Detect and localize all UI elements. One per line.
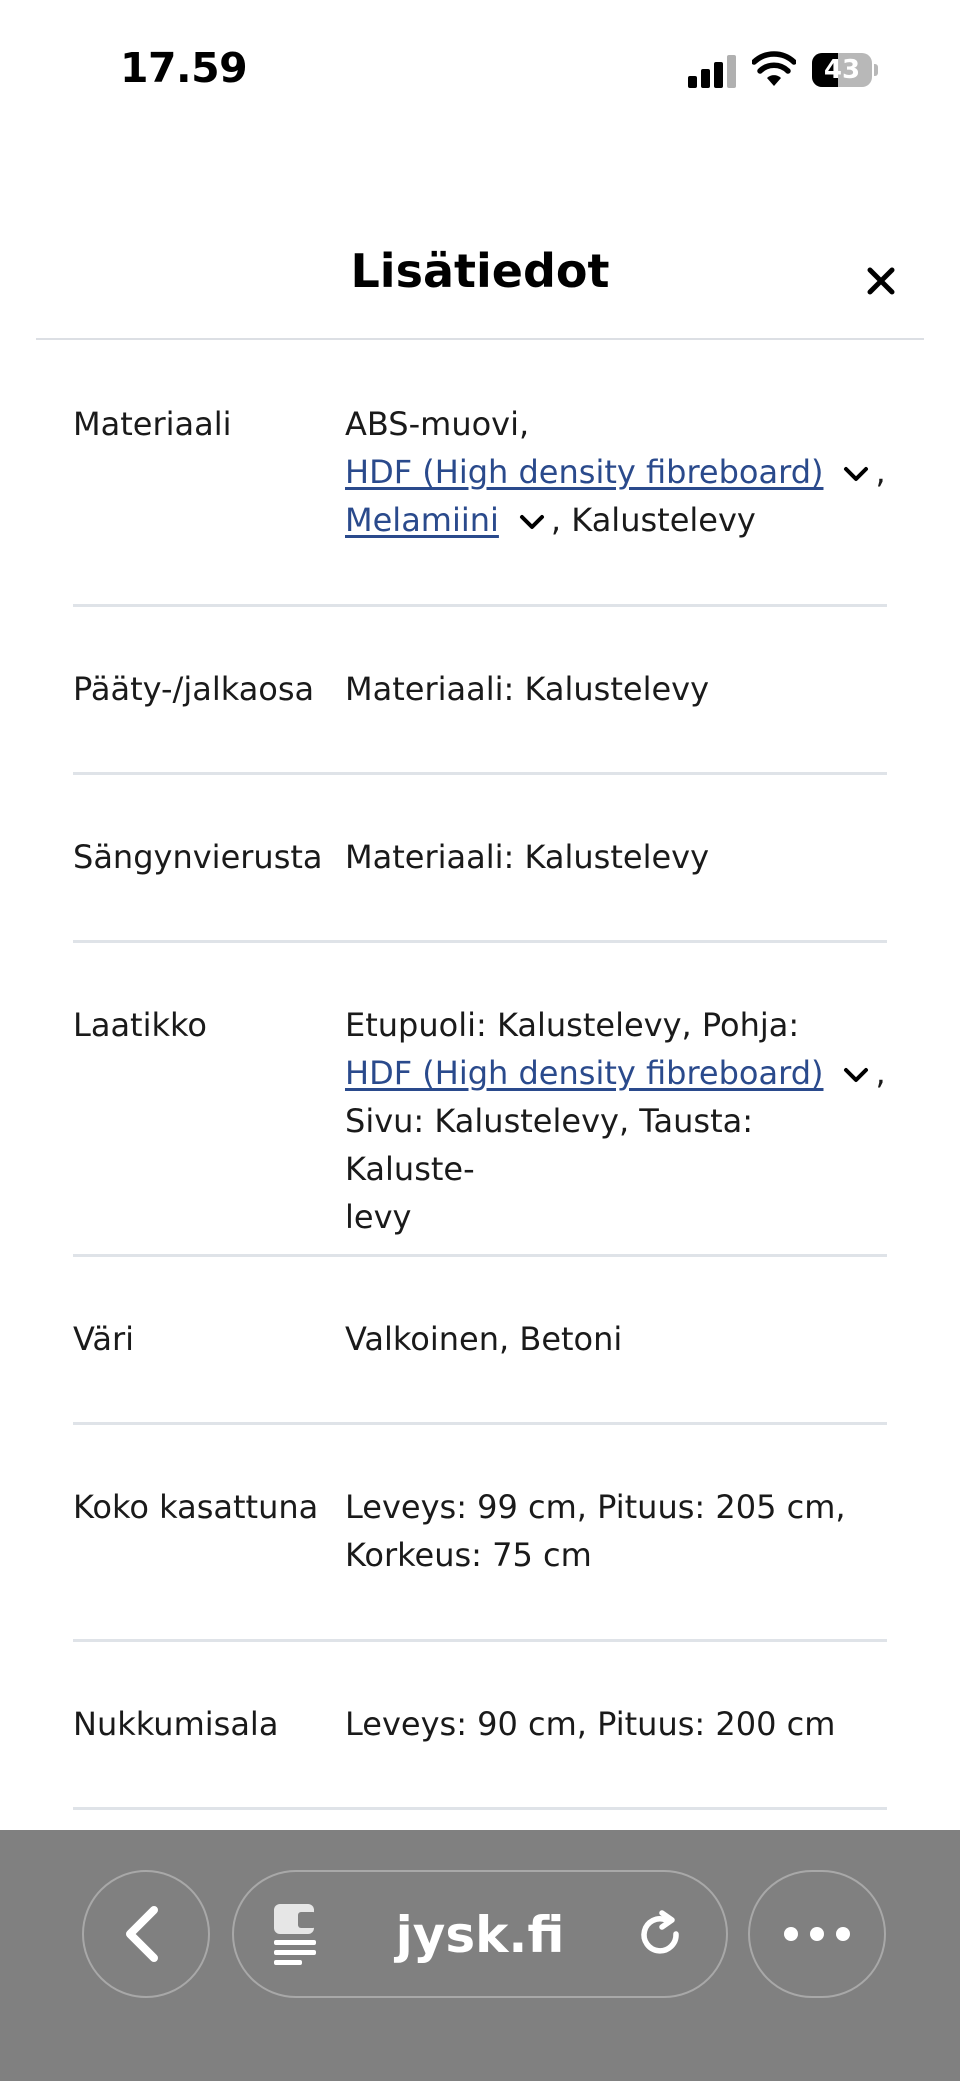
chevron-down-icon[interactable] xyxy=(841,464,871,484)
detail-label: Nukkumisala xyxy=(73,1705,279,1743)
detail-text: , Kalustelevy xyxy=(550,501,756,539)
material-link-hdf[interactable]: HDF (High density fibreboard) xyxy=(345,453,823,491)
battery-icon: 43 xyxy=(812,53,878,87)
detail-row-laatikko: Laatikko Etupuoli: Kalustelevy, Pohja: H… xyxy=(73,943,887,1257)
detail-row-nukkumisala: Nukkumisala Leveys: 90 cm, Pituus: 200 c… xyxy=(73,1642,887,1810)
detail-value: ABS-muovi, HDF (High density fibreboard)… xyxy=(345,400,887,604)
detail-row-vari: Väri Valkoinen, Betoni xyxy=(73,1257,887,1425)
browser-toolbar: jysk.fi xyxy=(0,1830,960,2081)
detail-text: Korkeus: 75 cm xyxy=(345,1536,592,1574)
modal-title: Lisätiedot xyxy=(350,244,610,298)
back-button[interactable] xyxy=(82,1870,210,1998)
detail-text: Etupuoli: Kalustelevy, Pohja: xyxy=(345,1006,800,1044)
chevron-down-icon[interactable] xyxy=(517,512,547,532)
detail-value: Etupuoli: Kalustelevy, Pohja: HDF (High … xyxy=(345,1001,887,1254)
detail-row-materiaali: Materiaali ABS-muovi, HDF (High density … xyxy=(73,340,887,607)
reload-icon[interactable] xyxy=(636,1910,688,1962)
detail-value: Leveys: 99 cm, Pituus: 205 cm, Korkeus: … xyxy=(345,1483,887,1639)
material-link-hdf[interactable]: HDF (High density fibreboard) xyxy=(345,1054,823,1092)
detail-text: ABS-muovi, xyxy=(345,405,530,443)
detail-text: Leveys: 99 cm, Pituus: 205 cm, xyxy=(345,1488,846,1526)
detail-text: Sivu: Kalustelevy, Tausta: Kaluste- xyxy=(345,1102,754,1188)
modal-header: Lisätiedot xyxy=(36,220,924,340)
detail-label: Laatikko xyxy=(73,1006,207,1044)
more-button[interactable] xyxy=(748,1870,886,1998)
detail-text: levy xyxy=(345,1198,412,1236)
detail-row-koko: Koko kasattuna Leveys: 99 cm, Pituus: 20… xyxy=(73,1425,887,1642)
close-button[interactable] xyxy=(858,258,904,304)
wifi-icon xyxy=(751,50,797,88)
status-time: 17.59 xyxy=(120,44,248,92)
detail-value: Leveys: 90 cm, Pituus: 200 cm xyxy=(345,1705,836,1743)
detail-label: Väri xyxy=(73,1320,135,1358)
detail-label: Sängynvierusta xyxy=(73,838,323,876)
detail-label: Pääty-/jalkaosa xyxy=(73,670,315,708)
detail-value: Materiaali: Kalustelevy xyxy=(345,838,710,876)
detail-value: Materiaali: Kalustelevy xyxy=(345,670,710,708)
product-details-table: Materiaali ABS-muovi, HDF (High density … xyxy=(73,340,887,1810)
detail-separator: , xyxy=(875,1054,886,1092)
battery-percentage: 43 xyxy=(823,55,861,85)
detail-label: Koko kasattuna xyxy=(73,1488,319,1526)
detail-label: Materiaali xyxy=(73,405,232,443)
detail-separator: , xyxy=(875,453,886,491)
material-link-melamiini[interactable]: Melamiini xyxy=(345,501,499,539)
signal-icon xyxy=(688,54,736,88)
chevron-down-icon[interactable] xyxy=(841,1065,871,1085)
more-icon xyxy=(784,1927,850,1941)
status-bar: 17.59 43 xyxy=(0,0,960,140)
close-icon xyxy=(867,267,895,295)
address-bar[interactable]: jysk.fi xyxy=(232,1870,728,1998)
detail-value: Valkoinen, Betoni xyxy=(345,1320,623,1358)
back-arrow-icon xyxy=(126,1906,158,1962)
detail-row-sangynvierusta: Sängynvierusta Materiaali: Kalustelevy xyxy=(73,775,887,943)
detail-row-paaty: Pääty-/jalkaosa Materiaali: Kalustelevy xyxy=(73,607,887,775)
